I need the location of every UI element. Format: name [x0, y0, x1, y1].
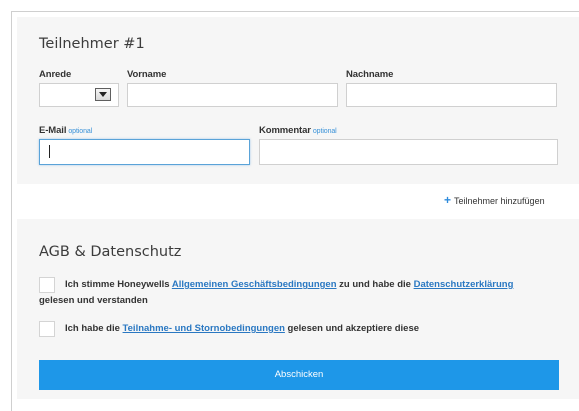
email-optional-tag: optional	[68, 128, 93, 135]
submit-button[interactable]: Abschicken	[39, 360, 559, 390]
privacy-link[interactable]: Datenschutzerklärung	[414, 279, 514, 290]
agb-link[interactable]: Allgemeinen Geschäftsbedingungen	[172, 279, 337, 290]
cancellation-checkbox-label: Ich habe die Teilnahme- und Stornobeding…	[65, 321, 560, 337]
terms-checkbox[interactable]	[39, 277, 55, 293]
participant-heading: Teilnehmer #1	[39, 36, 145, 52]
cancellation-terms-link[interactable]: Teilnahme- und Stornobedingungen	[123, 323, 285, 334]
add-participant-label: Teilnehmer hinzufügen	[454, 196, 545, 206]
anrede-label: Anrede	[39, 69, 72, 80]
cancellation-text-b: gelesen und akzeptiere diese	[284, 323, 420, 334]
email-label: E-Mail	[39, 125, 67, 136]
anrede-select[interactable]	[39, 83, 119, 107]
cancellation-checkbox[interactable]	[39, 321, 55, 337]
kommentar-label-row: Kommentar optional	[259, 125, 337, 136]
vorname-input[interactable]	[127, 83, 338, 107]
add-participant-link[interactable]: + Teilnehmer hinzufügen	[444, 193, 545, 207]
terms-checkbox-label: Ich stimme Honeywells Allgemeinen Geschä…	[65, 277, 560, 293]
email-label-row: E-Mail optional	[39, 125, 92, 136]
chevron-down-icon[interactable]	[95, 88, 111, 101]
terms-text-a: Ich stimme Honeywells	[65, 279, 172, 290]
nachname-input[interactable]	[346, 83, 557, 107]
nachname-label: Nachname	[346, 69, 394, 80]
terms-checkbox-label-cont: gelesen und verstanden	[39, 295, 148, 306]
vorname-label: Vorname	[127, 69, 167, 80]
kommentar-optional-tag: optional	[312, 128, 337, 135]
cancellation-text-a: Ich habe die	[65, 323, 123, 334]
terms-heading: AGB & Datenschutz	[39, 244, 182, 260]
email-input[interactable]	[39, 139, 250, 165]
kommentar-label: Kommentar	[259, 125, 311, 136]
kommentar-input[interactable]	[259, 139, 558, 165]
terms-text-b: zu und habe die	[336, 279, 414, 290]
text-caret	[49, 145, 50, 158]
plus-icon: +	[444, 193, 452, 207]
